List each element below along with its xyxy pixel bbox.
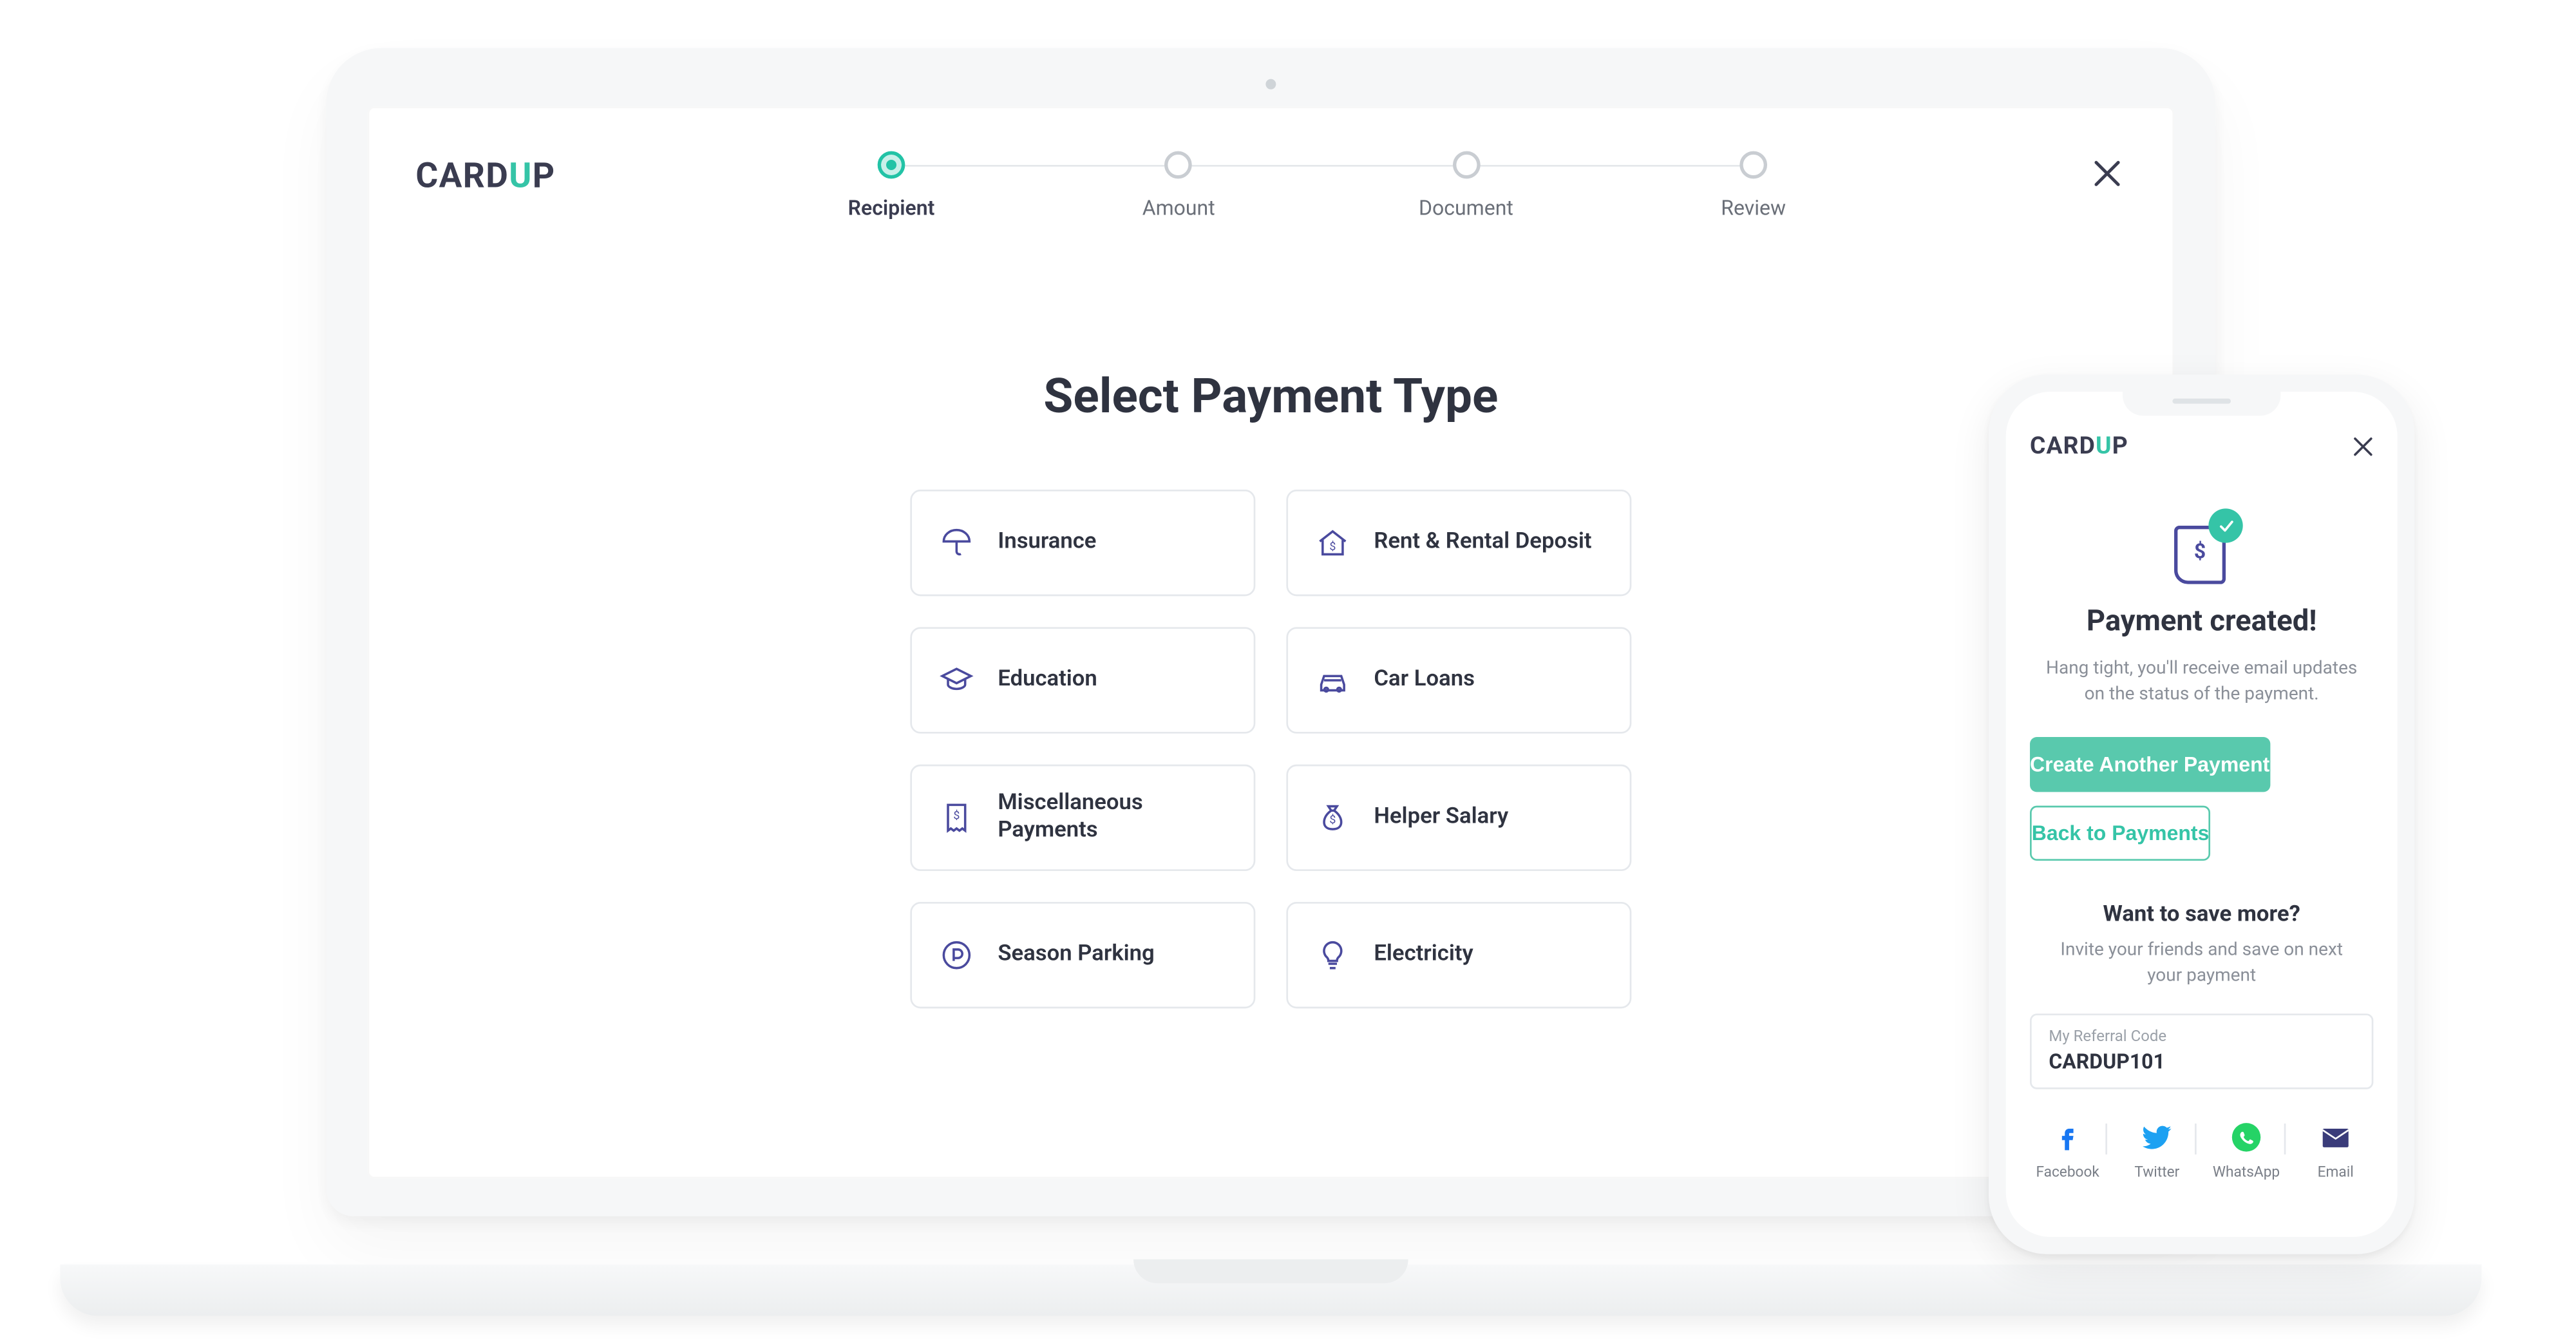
share-label: WhatsApp <box>2213 1164 2280 1182</box>
share-label: Twitter <box>2134 1164 2179 1182</box>
step-label: Amount <box>1142 196 1215 220</box>
option-label: Education <box>998 666 1097 694</box>
success-receipt-icon <box>2164 512 2239 588</box>
option-label: Miscellaneous Payments <box>998 790 1226 846</box>
step-label: Document <box>1419 196 1513 220</box>
brand-accent: U <box>509 155 533 196</box>
option-carloans[interactable]: Car Loans <box>1286 627 1631 733</box>
share-twitter[interactable]: Twitter <box>2116 1120 2198 1182</box>
laptop-body: CARDUP Recipient Amount <box>327 48 2215 1216</box>
step-amount[interactable]: Amount <box>1119 151 1239 220</box>
bulb-icon <box>1316 938 1350 972</box>
payment-type-grid: Insurance $ Rent & Rental Deposit Educat… <box>910 490 1631 1008</box>
share-label: Facebook <box>2036 1164 2099 1182</box>
close-button[interactable] <box>2088 155 2126 193</box>
option-helper[interactable]: $ Helper Salary <box>1286 765 1631 871</box>
share-whatsapp[interactable]: WhatsApp <box>2205 1120 2287 1182</box>
back-to-payments-button[interactable]: Back to Payments <box>2030 807 2211 861</box>
referral-box[interactable]: My Referral Code CARDUP101 <box>2030 1013 2373 1089</box>
parking-icon <box>940 938 974 972</box>
brand-prefix: CARD <box>415 155 509 196</box>
mobile-screen: CARDUP Payment created! Hang tight, you'… <box>2006 392 2398 1237</box>
home-dollar-icon: $ <box>1316 526 1350 560</box>
brand-suffix: P <box>2112 433 2128 461</box>
step-dot-icon <box>1165 151 1193 179</box>
whatsapp-icon <box>2229 1120 2263 1154</box>
svg-text:$: $ <box>953 809 960 823</box>
app-header: CARDUP Recipient Amount <box>368 106 2174 285</box>
share-email[interactable]: Email <box>2295 1120 2377 1182</box>
phone-frame: CARDUP Payment created! Hang tight, you'… <box>1989 374 2414 1254</box>
receipt-icon: $ <box>940 801 974 835</box>
laptop-notch <box>1133 1259 1408 1283</box>
share-facebook[interactable]: Facebook <box>2027 1120 2109 1182</box>
page-title: Select Payment Type <box>368 368 2174 425</box>
brand-suffix: P <box>533 155 556 196</box>
success-title: Payment created! <box>2006 605 2398 639</box>
save-more-subtitle: Invite your friends and save on next you… <box>2047 939 2356 989</box>
phone-speaker-icon <box>2172 399 2231 404</box>
step-label: Recipient <box>848 196 935 220</box>
option-parking[interactable]: Season Parking <box>910 902 1255 1008</box>
option-electricity[interactable]: Electricity <box>1286 902 1631 1008</box>
brand-prefix: CARD <box>2030 433 2096 461</box>
referral-code: CARDUP101 <box>2049 1049 2354 1073</box>
brand-logo: CARDUP <box>2030 433 2128 461</box>
close-icon <box>2088 155 2126 193</box>
close-button[interactable] <box>2349 433 2377 461</box>
laptop-base <box>60 1265 2481 1316</box>
stepper-line <box>886 165 1752 167</box>
referral-label: My Referral Code <box>2049 1029 2354 1046</box>
close-icon <box>2349 433 2377 461</box>
step-recipient[interactable]: Recipient <box>831 151 952 220</box>
twitter-icon <box>2140 1120 2174 1154</box>
step-dot-icon <box>878 151 905 179</box>
success-subtitle: Hang tight, you'll receive email updates… <box>2043 656 2360 707</box>
checkmark-badge-icon <box>2208 508 2242 542</box>
facebook-icon <box>2050 1120 2085 1154</box>
option-label: Season Parking <box>998 941 1154 969</box>
brand-logo: CARDUP <box>415 155 555 196</box>
car-icon <box>1316 663 1350 697</box>
mail-icon <box>2318 1120 2353 1154</box>
umbrella-icon <box>940 526 974 560</box>
option-insurance[interactable]: Insurance <box>910 490 1255 596</box>
svg-text:$: $ <box>1329 813 1336 827</box>
option-label: Helper Salary <box>1374 804 1508 832</box>
option-label: Rent & Rental Deposit <box>1374 529 1591 557</box>
svg-text:$: $ <box>1329 540 1336 553</box>
graduation-cap-icon <box>940 663 974 697</box>
option-misc[interactable]: $ Miscellaneous Payments <box>910 765 1255 871</box>
step-review[interactable]: Review <box>1693 151 1814 220</box>
option-label: Car Loans <box>1374 666 1475 694</box>
option-label: Electricity <box>1374 941 1473 969</box>
step-dot-icon <box>1452 151 1480 179</box>
step-document[interactable]: Document <box>1406 151 1526 220</box>
option-rent[interactable]: $ Rent & Rental Deposit <box>1286 490 1631 596</box>
option-label: Insurance <box>998 529 1096 557</box>
option-education[interactable]: Education <box>910 627 1255 733</box>
save-more-title: Want to save more? <box>2006 903 2398 928</box>
money-bag-icon: $ <box>1316 801 1350 835</box>
step-label: Review <box>1721 196 1786 220</box>
laptop-frame: CARDUP Recipient Amount <box>327 48 2215 1251</box>
share-row: Facebook Twitter WhatsApp <box>2023 1120 2380 1182</box>
stepper: Recipient Amount Document Review <box>831 151 1814 220</box>
create-another-button[interactable]: Create Another Payment <box>2030 738 2269 792</box>
camera-dot-icon <box>1265 79 1276 90</box>
share-label: Email <box>2318 1164 2354 1182</box>
desktop-screen: CARDUP Recipient Amount <box>368 106 2174 1178</box>
step-dot-icon <box>1739 151 1767 179</box>
brand-accent: U <box>2096 433 2112 461</box>
